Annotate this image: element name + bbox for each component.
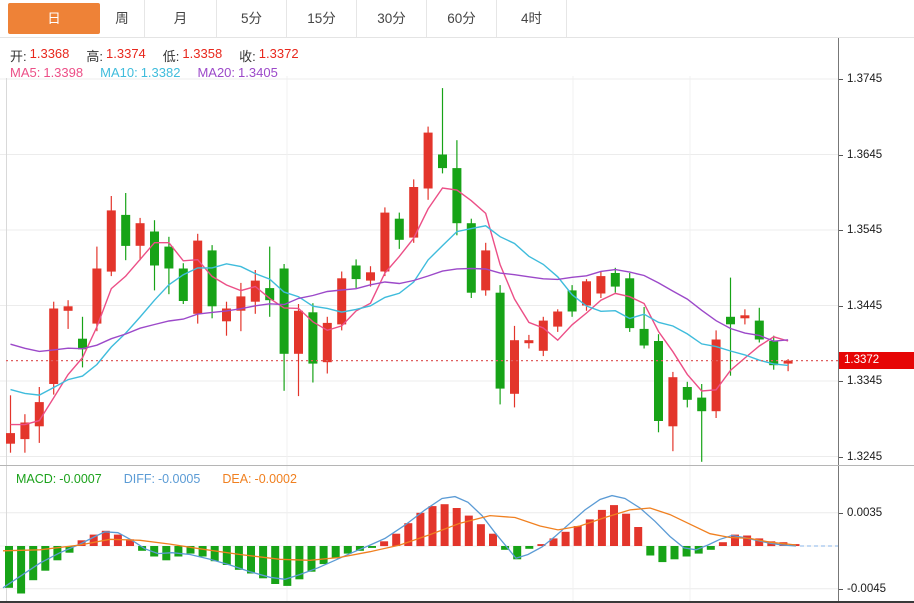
axis-tick	[839, 589, 843, 590]
candlestick-chart[interactable]	[0, 38, 914, 465]
price-axis-label: 1.3445	[847, 300, 882, 312]
axis-tick	[839, 79, 843, 80]
tab-月[interactable]: 月	[145, 0, 217, 37]
tab-周[interactable]: 周	[100, 0, 145, 37]
tab-60分[interactable]: 60分	[427, 0, 497, 37]
axis-tick	[839, 381, 843, 382]
axis-tick	[839, 155, 843, 156]
macd-axis-label: 0.0035	[847, 507, 882, 519]
axis-tick	[839, 306, 843, 307]
macd-chart[interactable]	[0, 466, 914, 601]
price-axis-label: 1.3745	[847, 73, 882, 85]
main-chart-panel: 开:1.3368 高:1.3374 低:1.3358 收:1.3372 MA5:…	[0, 38, 914, 465]
price-axis-label: 1.3345	[847, 375, 882, 387]
axis-tick	[839, 230, 843, 231]
stock-chart-app: 日周月5分15分30分60分4时 开:1.3368 高:1.3374 低:1.3…	[0, 0, 914, 603]
tab-30分[interactable]: 30分	[357, 0, 427, 37]
macd-axis: 0.0035 -0.0045	[838, 466, 914, 601]
axis-tick	[839, 457, 843, 458]
tab-日[interactable]: 日	[8, 3, 100, 34]
timeframe-tabs: 日周月5分15分30分60分4时	[0, 0, 914, 38]
macd-panel: MACD:-0.0007 DIFF:-0.0005 DEA:-0.0002 0.…	[0, 465, 914, 603]
axis-tick	[839, 513, 843, 514]
price-axis-label: 1.3645	[847, 149, 882, 161]
current-price-badge: 1.3372	[839, 352, 914, 369]
price-axis-label: 1.3245	[847, 451, 882, 463]
tab-5分[interactable]: 5分	[217, 0, 287, 37]
tab-15分[interactable]: 15分	[287, 0, 357, 37]
macd-axis-label: -0.0045	[847, 583, 886, 595]
tab-4时[interactable]: 4时	[497, 0, 567, 37]
price-axis: 1.3372 1.3745 1.3645 1.3545 1.3445 1.3345 1.3…	[838, 38, 914, 465]
price-axis-label: 1.3545	[847, 224, 882, 236]
